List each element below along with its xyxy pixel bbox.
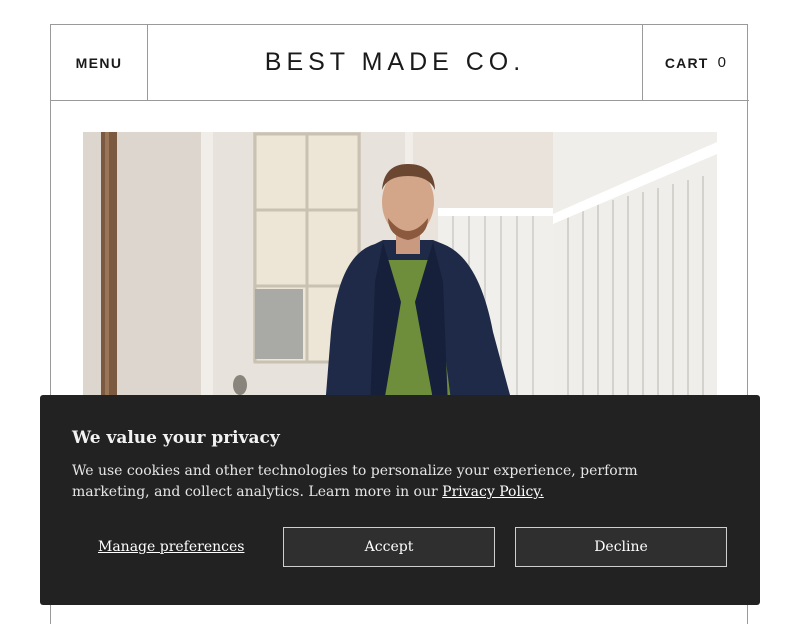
manage-preferences-link[interactable]: Manage preferences (98, 539, 244, 555)
decline-button[interactable]: Decline (515, 527, 727, 567)
consent-body: We use cookies and other technologies to… (72, 461, 712, 503)
hero-image (83, 132, 717, 432)
brand-logo[interactable]: BEST MADE CO. (148, 25, 642, 100)
cart-label: CART (664, 54, 709, 71)
privacy-policy-link[interactable]: Privacy Policy. (442, 484, 544, 500)
consent-title: We value your privacy (72, 428, 280, 448)
accept-button[interactable]: Accept (283, 527, 495, 567)
cookie-consent-banner: We value your privacy We use cookies and… (40, 395, 760, 605)
cart-button[interactable]: CART 0 (642, 25, 749, 100)
menu-button[interactable]: MENU (51, 25, 148, 100)
cart-count: 0 (717, 54, 728, 71)
consent-body-text: We use cookies and other technologies to… (72, 463, 638, 500)
site-header: MENU BEST MADE CO. CART 0 (51, 25, 749, 101)
